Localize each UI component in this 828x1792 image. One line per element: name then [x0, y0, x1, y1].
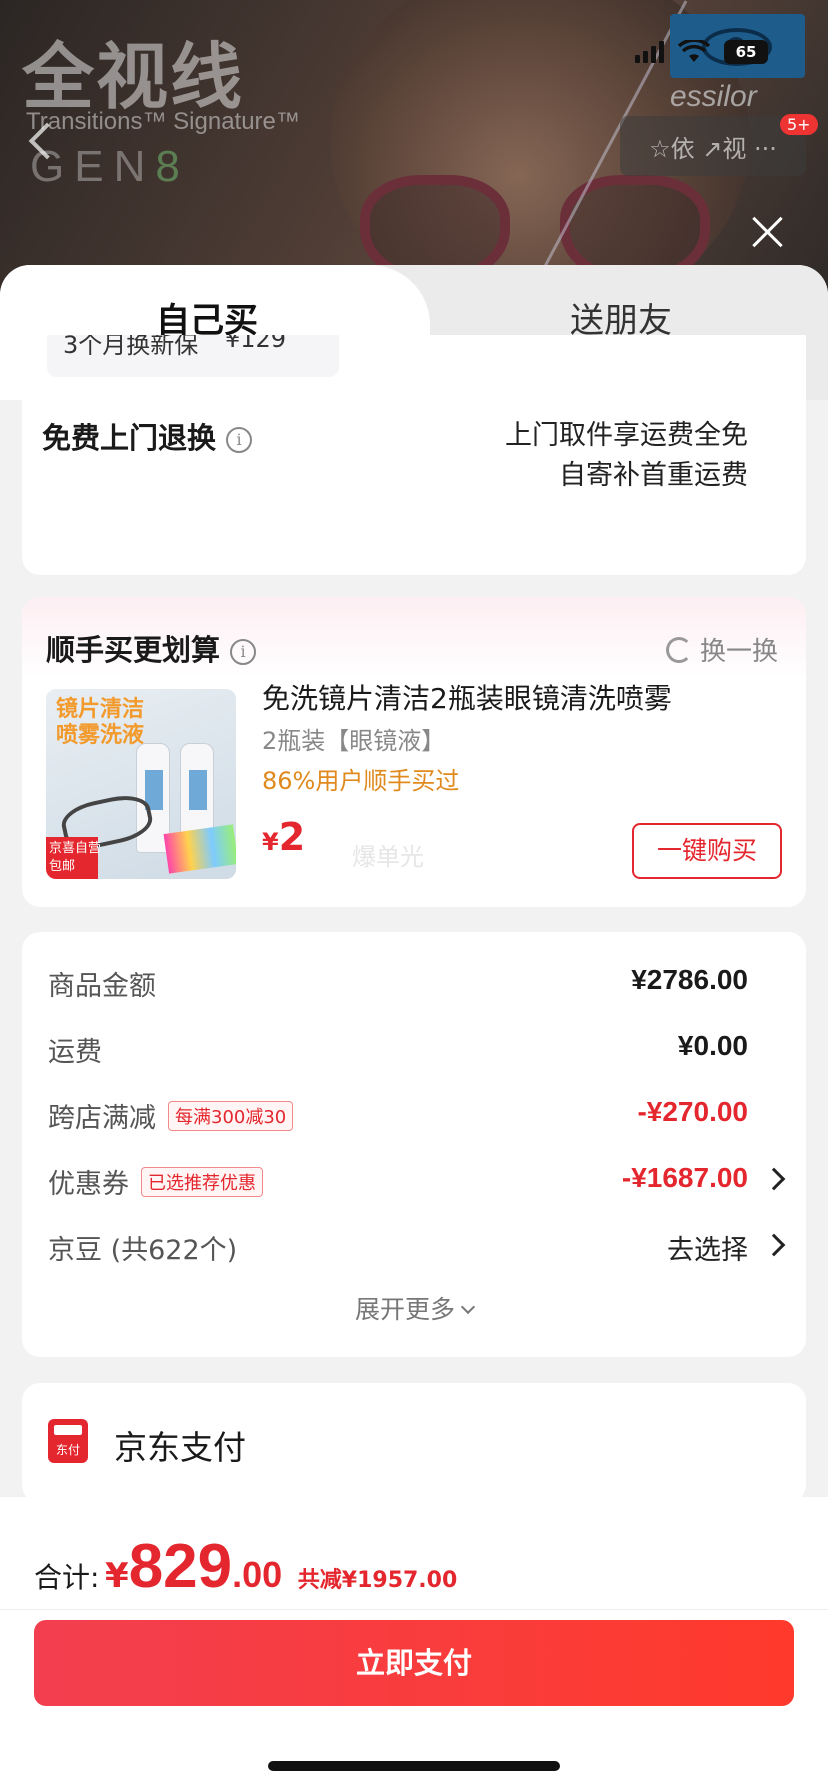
divider	[0, 1609, 828, 1610]
wifi-icon	[678, 40, 710, 62]
expand-more-button[interactable]: 展开更多	[22, 1290, 806, 1326]
message-badge: 5+	[780, 114, 818, 135]
payment-method-name: 京东支付	[114, 1428, 246, 1467]
cross-store-text: 跨店满减	[48, 1103, 156, 1134]
refresh-icon	[665, 636, 692, 663]
total-integer: 829	[128, 1532, 233, 1601]
status-bar: 65	[635, 40, 768, 64]
service-card: 3个月换新保 ¥129 免费上门退换 i 上门取件享运费全免 自寄补首重运费	[22, 335, 806, 575]
cross-store-tag: 每满300减30	[168, 1101, 294, 1131]
product-price: ¥2	[262, 815, 305, 859]
goods-amount-label: 商品金额	[48, 971, 156, 1002]
brand-subtitle: Transitions™ Signature™	[26, 108, 300, 135]
return-desc-line1: 上门取件享运费全免	[505, 420, 748, 451]
addon-card: 顺手买更划算 i 换一换 镜片清洁 喷雾洗液 京喜自营 包邮 免洗镜片清洁2瓶装眼…	[22, 597, 806, 907]
swap-label: 换一换	[699, 637, 778, 667]
expand-more-label: 展开更多	[354, 1295, 455, 1324]
cross-store-value: -¥270.00	[637, 1096, 748, 1127]
replacement-price: ¥129	[225, 335, 287, 353]
cloth-image	[163, 824, 236, 874]
addon-title-label: 顺手买更划算	[46, 633, 221, 667]
shipping-value: ¥0.00	[677, 1030, 748, 1061]
chevron-down-icon	[460, 1299, 476, 1315]
close-icon[interactable]	[750, 214, 786, 250]
total-label: 合计:	[34, 1561, 100, 1594]
info-icon[interactable]: i	[230, 639, 257, 665]
replacement-option[interactable]: 3个月换新保 ¥129	[47, 335, 339, 377]
return-service-label: 免费上门退换	[42, 421, 217, 455]
watermark-text: 爆单光	[352, 843, 424, 871]
checkout-bottom-bar: 合计: ¥829.00 共减¥1957.00 立即支付	[0, 1497, 828, 1792]
coupon-text: 优惠券	[48, 1169, 129, 1200]
price-value: 2	[278, 815, 306, 859]
coupon-row[interactable]: 优惠券 已选推荐优惠 -¥1687.00	[48, 1162, 788, 1202]
jd-beans-label: 京豆 (共622个)	[48, 1235, 238, 1266]
fee-card: 商品金额 ¥2786.00 运费 ¥0.00 跨店满减 每满300减30 -¥27…	[22, 932, 806, 1357]
cross-store-discount-row: 跨店满减 每满300减30 -¥270.00	[48, 1096, 788, 1136]
chevron-right-icon	[762, 1233, 786, 1257]
replacement-name: 3个月换新保	[63, 335, 199, 359]
logo-text: essilor	[670, 80, 757, 113]
product-hint: 86%用户顺手买过	[262, 767, 460, 795]
pay-now-button[interactable]: 立即支付	[34, 1620, 794, 1706]
goods-amount-row: 商品金额 ¥2786.00	[48, 964, 788, 1004]
jd-self-operated-tag: 京喜自营 包邮	[46, 837, 101, 879]
jd-pay-icon: 东付	[48, 1419, 88, 1463]
order-total: 合计: ¥829.00 共减¥1957.00	[34, 1531, 457, 1602]
total-decimal: .00	[232, 1554, 283, 1595]
product-spec: 2瓶装【眼镜液】	[262, 727, 446, 755]
coupon-tag: 已选推荐优惠	[141, 1167, 263, 1197]
nav-actions[interactable]: ☆依 ↗视 ···	[620, 116, 806, 176]
info-icon[interactable]: i	[226, 427, 253, 453]
return-desc-line2: 自寄补首重运费	[559, 460, 748, 491]
coupon-label: 优惠券 已选推荐优惠	[48, 1162, 263, 1201]
return-service-title: 免费上门退换 i	[42, 415, 253, 457]
brand-gen-number: 8	[155, 142, 190, 191]
total-currency: ¥	[105, 1556, 129, 1596]
essilor-logo: essilor	[670, 14, 805, 114]
product-image[interactable]: 镜片清洁 喷雾洗液 京喜自营 包邮	[46, 689, 236, 879]
price-symbol: ¥	[262, 828, 279, 856]
total-saved: 共减¥1957.00	[297, 1568, 458, 1593]
signal-icon	[635, 41, 664, 63]
cross-store-label: 跨店满减 每满300减30	[48, 1096, 294, 1135]
product-name[interactable]: 免洗镜片清洁2瓶装眼镜清洗喷雾	[262, 677, 672, 717]
one-click-buy-button[interactable]: 一键购买	[632, 823, 782, 879]
jd-beans-value: 去选择	[667, 1235, 748, 1266]
addon-title: 顺手买更划算 i	[46, 627, 257, 669]
swap-button[interactable]: 换一换	[665, 631, 778, 668]
goods-amount-value: ¥2786.00	[631, 964, 748, 995]
jd-beans-row[interactable]: 京豆 (共622个) 去选择	[48, 1228, 788, 1268]
chevron-right-icon	[762, 1167, 786, 1191]
home-indicator[interactable]	[268, 1761, 560, 1771]
shipping-label: 运费	[48, 1037, 102, 1068]
payment-method-card[interactable]: 东付 京东支付	[22, 1383, 806, 1503]
battery-icon: 65	[724, 40, 768, 64]
product-image-text: 镜片清洁 喷雾洗液	[56, 697, 145, 748]
coupon-value: -¥1687.00	[621, 1162, 748, 1193]
shipping-row: 运费 ¥0.00	[48, 1030, 788, 1070]
